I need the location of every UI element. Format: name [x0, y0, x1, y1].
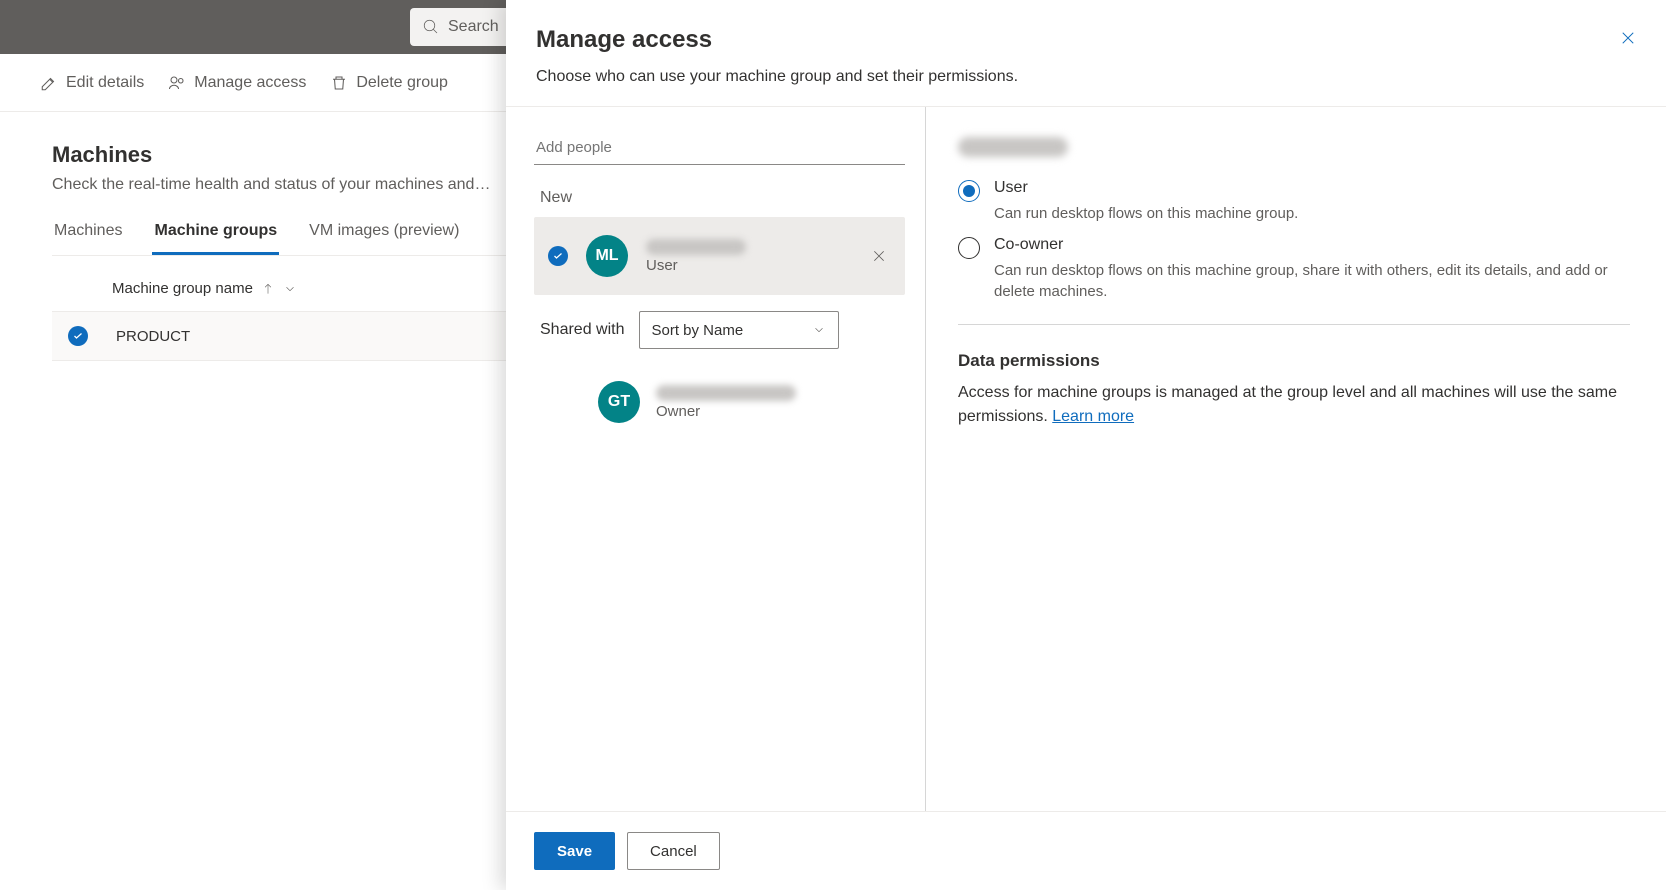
close-button[interactable] [1614, 24, 1642, 52]
sort-select[interactable]: Sort by Name [639, 311, 839, 349]
person-name-blurred [656, 385, 796, 401]
panel-body: New ML User Shared with Sort by Name [506, 107, 1666, 811]
radio-user[interactable] [958, 180, 980, 202]
column-header-label: Machine group name [112, 280, 253, 297]
person-role: User [646, 257, 849, 274]
tab-machines[interactable]: Machines [52, 222, 124, 255]
edit-details-label: Edit details [66, 74, 144, 92]
selected-user-name-blurred [958, 137, 1068, 157]
panel-right: User Can run desktop flows on this machi… [926, 107, 1666, 811]
permission-option-coowner[interactable]: Co-owner Can run desktop flows on this m… [958, 236, 1630, 302]
row-checkbox[interactable] [68, 326, 88, 346]
divider [958, 324, 1630, 325]
person-selected-indicator[interactable] [548, 246, 568, 266]
avatar: GT [598, 381, 640, 423]
chevron-down-icon [283, 282, 297, 296]
data-permissions-title: Data permissions [958, 351, 1630, 371]
panel-footer: Save Cancel [506, 811, 1666, 890]
learn-more-link[interactable]: Learn more [1052, 408, 1134, 425]
delete-group-button[interactable]: Delete group [330, 74, 448, 92]
pencil-icon [40, 74, 58, 92]
permission-description: Can run desktop flows on this machine gr… [994, 203, 1298, 224]
avatar: ML [586, 235, 628, 277]
permission-label: Co-owner [994, 236, 1630, 254]
shared-with-label: Shared with [540, 321, 625, 339]
manage-access-button[interactable]: Manage access [168, 74, 306, 92]
people-icon [168, 74, 186, 92]
data-permissions-text: Access for machine groups is managed at … [958, 381, 1630, 429]
cancel-button[interactable]: Cancel [627, 832, 720, 870]
new-section-label: New [534, 189, 905, 207]
delete-group-label: Delete group [356, 74, 448, 92]
edit-details-button[interactable]: Edit details [40, 74, 144, 92]
panel-title: Manage access [536, 26, 1636, 54]
person-name-blurred [646, 239, 746, 255]
sort-select-value: Sort by Name [652, 322, 744, 339]
permission-option-user[interactable]: User Can run desktop flows on this machi… [958, 179, 1630, 224]
check-icon [552, 250, 564, 262]
person-info: Owner [656, 385, 899, 420]
person-role: Owner [656, 403, 899, 420]
search-placeholder: Search [448, 18, 499, 36]
radio-coowner[interactable] [958, 237, 980, 259]
tab-vm-images[interactable]: VM images (preview) [307, 222, 461, 255]
close-icon [871, 248, 887, 264]
chevron-down-icon [812, 323, 826, 337]
manage-access-label: Manage access [194, 74, 306, 92]
manage-access-panel: Manage access Choose who can use your ma… [506, 0, 1666, 890]
sort-up-icon [261, 282, 275, 296]
person-row-shared[interactable]: GT Owner [534, 363, 905, 423]
add-people-input[interactable] [534, 131, 905, 165]
permission-label: User [994, 179, 1298, 197]
search-icon [422, 18, 440, 36]
panel-header: Manage access Choose who can use your ma… [506, 0, 1666, 107]
panel-left: New ML User Shared with Sort by Name [506, 107, 926, 811]
tab-machine-groups[interactable]: Machine groups [152, 222, 279, 255]
person-info: User [646, 239, 849, 274]
shared-with-row: Shared with Sort by Name [534, 295, 905, 363]
remove-person-button[interactable] [867, 244, 891, 268]
trash-icon [330, 74, 348, 92]
close-icon [1619, 29, 1637, 47]
permission-description: Can run desktop flows on this machine gr… [994, 260, 1630, 302]
save-button[interactable]: Save [534, 832, 615, 870]
person-row-new[interactable]: ML User [534, 217, 905, 295]
check-icon [72, 330, 84, 342]
panel-description: Choose who can use your machine group an… [536, 68, 1636, 86]
